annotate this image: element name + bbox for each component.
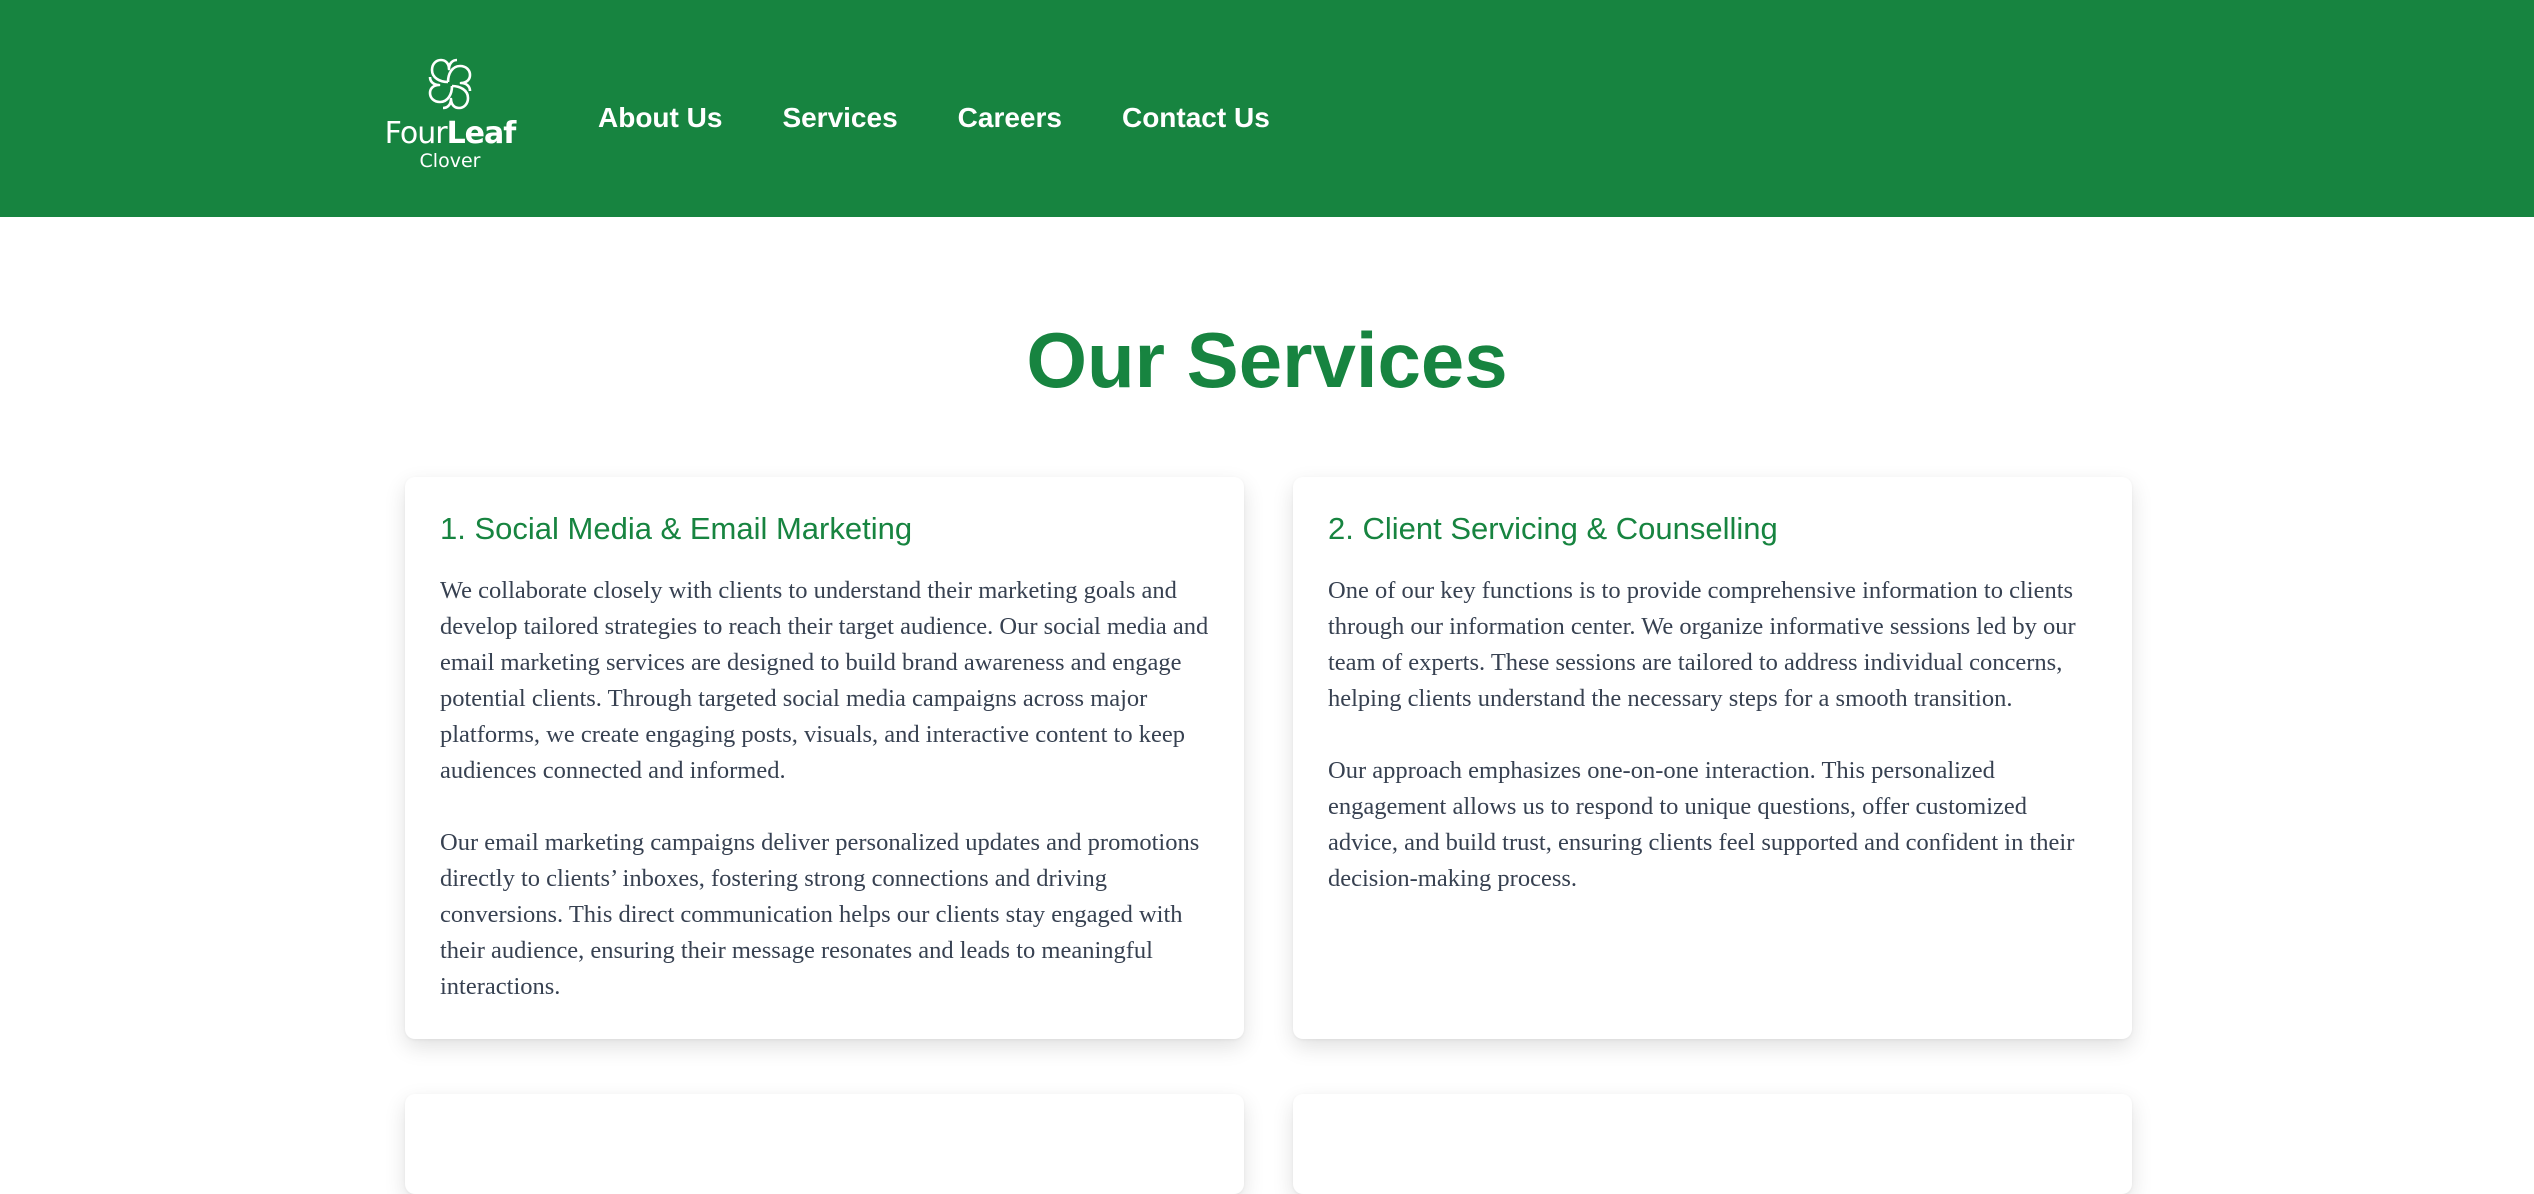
service-card-paragraph: Our approach emphasizes one-on-one inter… xyxy=(1328,757,2075,892)
service-card-client-servicing: 2. Client Servicing & Counselling One of… xyxy=(1293,477,2132,1039)
nav-link-services[interactable]: Services xyxy=(782,98,897,138)
logo-wordmark: FourLeaf xyxy=(378,118,522,150)
main-nav: About Us Services Careers Contact Us xyxy=(598,98,1270,138)
nav-link-about-us[interactable]: About Us xyxy=(598,98,722,138)
service-card-title: 1. Social Media & Email Marketing xyxy=(440,511,913,546)
service-card-paragraph: One of our key functions is to provide c… xyxy=(1328,577,2076,712)
service-card-paragraph: Our email marketing campaigns deliver pe… xyxy=(440,829,1200,1000)
logo[interactable]: FourLeaf Clover xyxy=(378,44,522,179)
service-card-paragraph: We collaborate closely with clients to u… xyxy=(440,577,1209,784)
site-header: FourLeaf Clover About Us Services Career… xyxy=(0,0,2534,217)
page-title: Our Services xyxy=(1026,316,1508,404)
four-leaf-clover-icon xyxy=(428,58,472,110)
nav-link-careers[interactable]: Careers xyxy=(958,98,1062,138)
logo-word-leaf: Leaf xyxy=(446,116,517,151)
logo-word-four: Four xyxy=(384,116,448,151)
nav-link-contact-us[interactable]: Contact Us xyxy=(1122,98,1270,138)
logo-word-clover: Clover xyxy=(419,150,481,172)
service-card-partial xyxy=(1293,1094,2132,1194)
service-card-title: 2. Client Servicing & Counselling xyxy=(1328,511,1778,546)
service-card-partial xyxy=(405,1094,1244,1194)
service-card-social-media: 1. Social Media & Email Marketing We col… xyxy=(405,477,1244,1039)
